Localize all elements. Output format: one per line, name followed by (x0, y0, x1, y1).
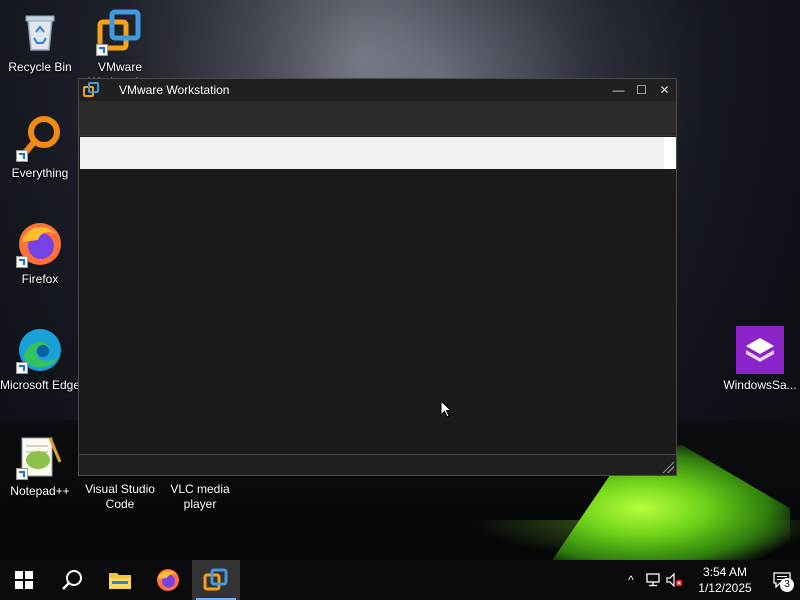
resize-grip-icon[interactable] (662, 461, 674, 473)
window-toolbar (79, 101, 676, 136)
vmware-icon (96, 8, 144, 56)
desktop-icon-label: Everything (11, 166, 69, 180)
window-statusbar (79, 454, 676, 475)
start-button[interactable] (0, 560, 48, 600)
mouse-cursor-icon (440, 399, 453, 418)
search-icon (62, 570, 82, 590)
search-button[interactable] (48, 560, 96, 600)
vmware-icon (203, 568, 228, 591)
desktop-icon-vscode[interactable]: Visual Studio Code (78, 482, 162, 512)
shortcut-arrow-icon (96, 44, 108, 56)
shortcut-arrow-icon (16, 256, 28, 268)
close-button[interactable]: ✕ (653, 79, 676, 101)
notification-count-badge: 3 (780, 578, 794, 592)
show-hidden-icons-button[interactable]: ^ (620, 560, 642, 600)
system-tray: ^ 3:54 AM 1/12/2025 3 (620, 560, 800, 600)
desktop-icon-recycle-bin[interactable]: Recycle Bin (0, 8, 82, 75)
minimize-button[interactable]: — (607, 79, 630, 101)
desktop-icon-windows-sandbox[interactable]: WindowsSa... (718, 326, 800, 393)
windows-logo-icon (15, 571, 33, 589)
desktop-icon-edge[interactable]: Microsoft Edge (0, 326, 82, 393)
loading-placeholder-bar-end (664, 137, 676, 169)
clock-date: 1/12/2025 (698, 581, 752, 595)
desktop-icon-notepad-plus-plus[interactable]: Notepad++ (0, 432, 82, 499)
taskbar-firefox[interactable] (144, 560, 192, 600)
edge-icon (16, 326, 64, 374)
desktop-icon-label: Notepad++ (10, 484, 70, 498)
desktop-icon-vlc[interactable]: VLC media player (158, 482, 242, 512)
taskbar-file-explorer[interactable] (96, 560, 144, 600)
windows-sandbox-icon (736, 326, 784, 374)
recycle-bin-icon (16, 8, 64, 56)
firefox-icon (16, 220, 64, 268)
shortcut-arrow-icon (16, 362, 28, 374)
desktop-icon-label: Recycle Bin (8, 60, 72, 74)
vmware-icon (83, 82, 99, 98)
window-titlebar[interactable]: VMware Workstation — ☐ ✕ (79, 79, 676, 101)
clock-time: 3:54 AM (702, 565, 748, 579)
window-title: VMware Workstation (119, 83, 230, 97)
window-content[interactable] (79, 169, 676, 455)
taskbar-vmware-workstation[interactable] (192, 560, 240, 600)
notepad-plus-plus-icon (16, 432, 64, 480)
firefox-icon (157, 569, 179, 591)
desktop-icon-label: Visual Studio Code (85, 482, 155, 511)
loading-placeholder-bar (80, 137, 664, 169)
network-icon[interactable] (642, 560, 664, 600)
desktop-icon-label: VLC media player (170, 482, 230, 511)
desktop-icon-everything[interactable]: Everything (0, 114, 82, 181)
everything-search-icon (16, 114, 64, 162)
desktop-icon-firefox[interactable]: Firefox (0, 220, 82, 287)
taskbar: ^ 3:54 AM 1/12/2025 3 (0, 560, 800, 600)
volume-muted-icon[interactable] (664, 560, 686, 600)
vmware-window[interactable]: VMware Workstation — ☐ ✕ (78, 78, 677, 476)
notification-center-button[interactable]: 3 (764, 560, 800, 600)
system-clock[interactable]: 3:54 AM 1/12/2025 (686, 564, 764, 596)
maximize-button[interactable]: ☐ (630, 79, 653, 101)
shortcut-arrow-icon (16, 468, 28, 480)
desktop-icon-label: WindowsSa... (723, 378, 797, 392)
desktop-icon-label: Microsoft Edge (0, 378, 81, 392)
folder-icon (109, 573, 131, 589)
shortcut-arrow-icon (16, 150, 28, 162)
desktop-icon-label: Firefox (21, 272, 59, 286)
